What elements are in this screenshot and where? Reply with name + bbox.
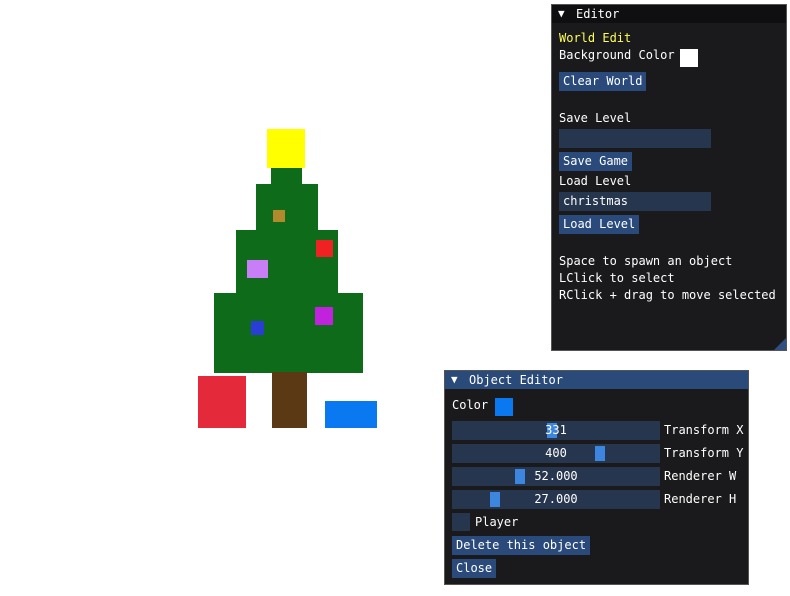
renderer-h-slider[interactable]: 27.000 <box>452 490 660 509</box>
close-button[interactable]: Close <box>452 559 497 578</box>
load-level-label: Load Level <box>559 174 632 188</box>
save-game-button[interactable]: Save Game <box>559 152 633 171</box>
background-color-label: Background Color <box>559 48 675 62</box>
ornament-blue[interactable] <box>251 321 264 335</box>
transform-x-slider[interactable]: 331 <box>452 421 660 440</box>
collapse-arrow-icon[interactable]: ▼ <box>451 373 458 386</box>
background-color-swatch[interactable] <box>680 49 698 67</box>
gift-blue[interactable] <box>325 401 377 428</box>
load-level-input[interactable]: christmas <box>559 192 711 211</box>
help-text-spawn: Space to spawn an object <box>559 254 733 268</box>
load-level-button[interactable]: Load Level <box>559 215 640 234</box>
transform-y-value: 400 <box>545 446 567 460</box>
object-color-swatch[interactable] <box>495 398 513 416</box>
ornament-gold[interactable] <box>273 210 285 222</box>
renderer-w-value: 52.000 <box>534 469 578 483</box>
editor-window: ▼ Editor World Edit Background Color Cle… <box>551 4 787 351</box>
editor-title: Editor <box>576 7 620 21</box>
ornament-red[interactable] <box>316 240 333 257</box>
gift-red[interactable] <box>198 376 246 428</box>
color-label: Color <box>452 398 489 412</box>
world-edit-heading: World Edit <box>559 31 632 45</box>
object-editor-titlebar[interactable]: ▼ Object Editor <box>445 371 748 389</box>
collapse-arrow-icon[interactable]: ▼ <box>558 7 565 20</box>
tree-bottom-tier[interactable] <box>214 293 363 373</box>
renderer-w-label: Renderer W <box>664 469 737 483</box>
clear-world-button[interactable]: Clear World <box>559 72 647 91</box>
save-level-input[interactable] <box>559 129 711 148</box>
tree-top-tier[interactable] <box>271 168 302 185</box>
renderer-h-label: Renderer H <box>664 492 737 506</box>
transform-y-label: Transform Y <box>664 446 744 460</box>
delete-object-button[interactable]: Delete this object <box>452 536 591 555</box>
editor-titlebar[interactable]: ▼ Editor <box>552 5 786 23</box>
player-checkbox[interactable] <box>452 513 470 531</box>
resize-grip-icon[interactable] <box>774 338 786 350</box>
tree-tier-2[interactable] <box>256 184 318 231</box>
transform-x-value: 331 <box>545 423 567 437</box>
ornament-magenta[interactable] <box>315 307 333 325</box>
object-editor-title: Object Editor <box>469 373 563 387</box>
tree-star[interactable] <box>267 129 305 168</box>
object-editor-window: ▼ Object Editor Color 331 Transform X 40… <box>444 370 749 585</box>
transform-x-label: Transform X <box>664 423 744 437</box>
transform-y-slider[interactable]: 400 <box>452 444 660 463</box>
ornament-lilac[interactable] <box>247 260 268 278</box>
renderer-h-value: 27.000 <box>534 492 578 506</box>
help-text-move: RClick + drag to move selected <box>559 288 776 302</box>
renderer-w-slider[interactable]: 52.000 <box>452 467 660 486</box>
save-level-label: Save Level <box>559 111 632 125</box>
help-text-select: LClick to select <box>559 271 675 285</box>
tree-trunk[interactable] <box>272 372 307 428</box>
player-label: Player <box>475 515 519 529</box>
